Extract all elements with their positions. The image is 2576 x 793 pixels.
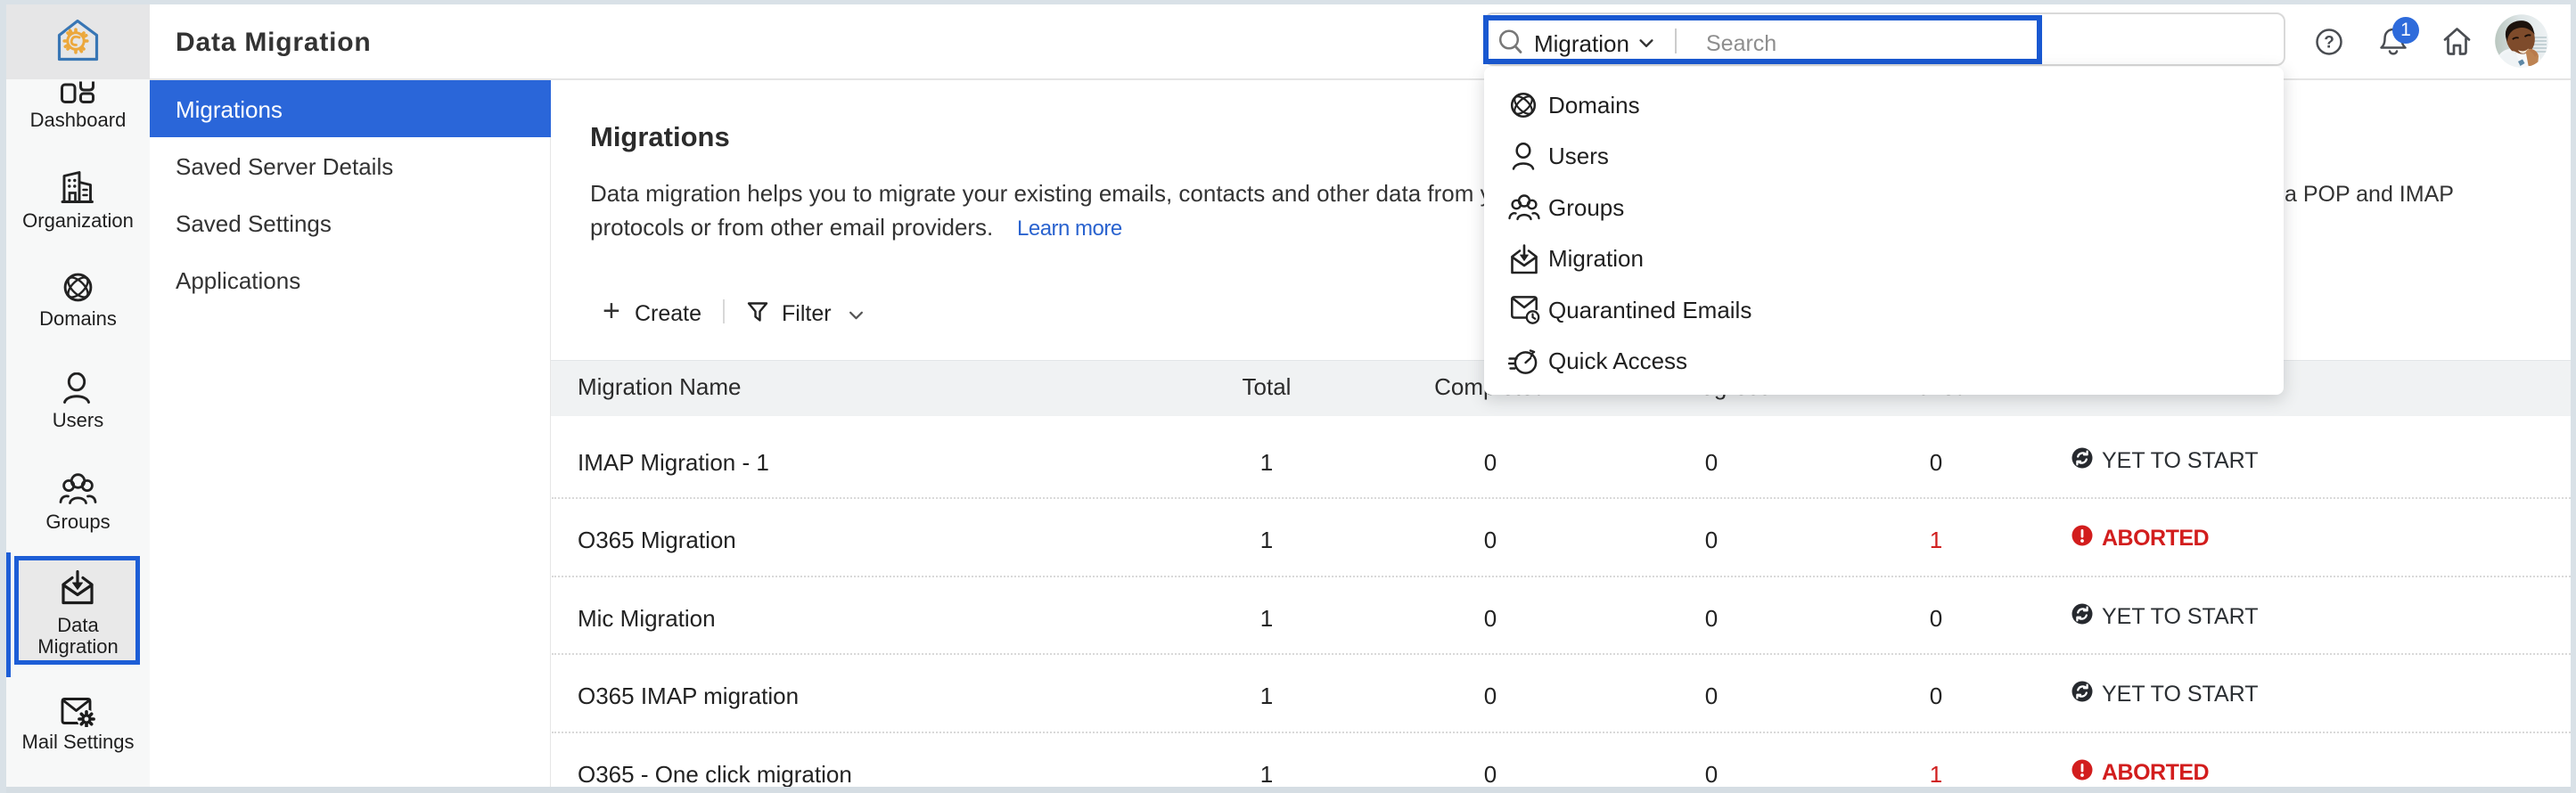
svg-text:?: ?	[2324, 34, 2334, 53]
